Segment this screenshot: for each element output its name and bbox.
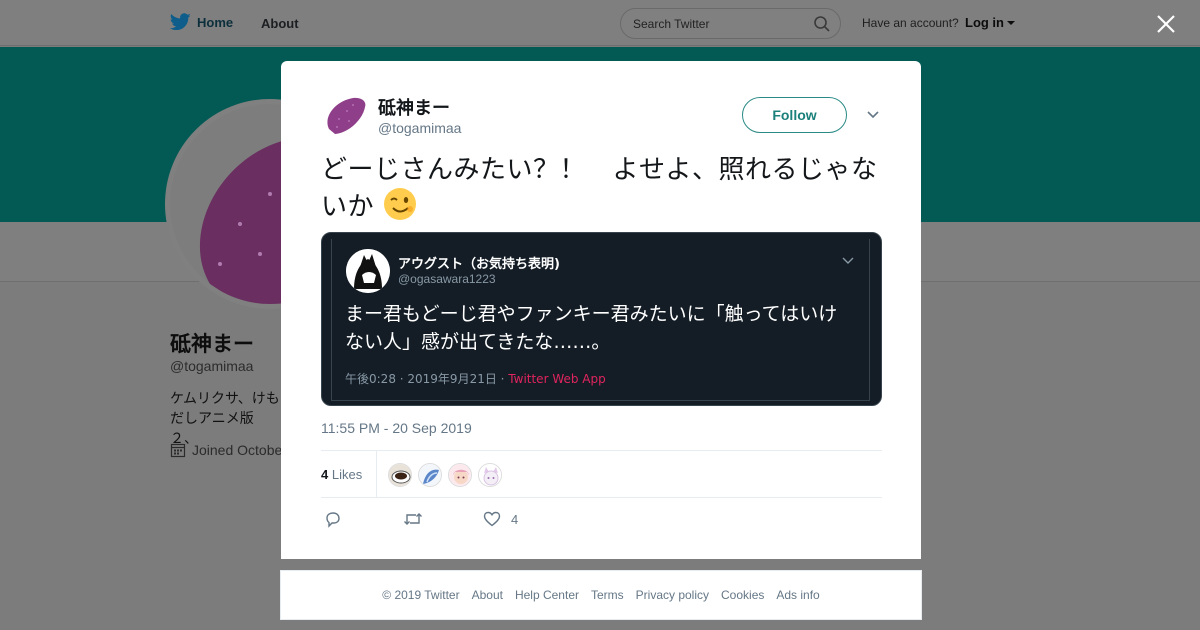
follow-button[interactable]: Follow [742,97,847,133]
liker-avatar[interactable] [418,463,442,487]
profile-joined: Joined Octobe [170,442,281,458]
account-prompt: Have an account? [862,16,959,30]
quoted-tweet[interactable]: アウグスト（お気持ち表明) @ogasawara1223 まー君もどーじ君やファ… [321,232,882,406]
quoted-author-name[interactable]: アウグスト（お気持ち表明) [398,253,560,272]
quoted-author-avatar[interactable] [346,249,390,293]
profile-bio-text: ケムリクサ、けも だしアニメ版２、 [170,390,280,446]
likes-count[interactable]: 4 Likes [321,467,362,482]
heart-icon [483,511,501,527]
tweet-body: どーじさんみたい？！ よせよ、照れるじゃないか [321,153,886,224]
liker-avatar[interactable] [478,463,502,487]
quoted-avatar-image [346,249,390,293]
quoted-tweet-text: まー君もどーじ君やファンキー君みたいに「触ってはいけない人」感が出てきたな……。 [345,303,838,353]
footer-about-link[interactable]: About [471,588,504,602]
quoted-chevron-down-icon[interactable] [842,257,854,265]
reply-icon [326,512,340,528]
search-input[interactable]: Search Twitter [620,8,841,39]
retweet-icon [404,513,422,525]
footer: © 2019 Twitter About Help Center Terms P… [280,570,922,620]
profile-handle: @togamimaa [170,358,254,374]
liker-avatar[interactable] [448,463,472,487]
liker-avatar-image [479,464,501,486]
reply-button[interactable] [324,510,342,528]
caret-down-icon [1007,21,1015,25]
login-label: Log in [965,15,1004,30]
like-count: 4 [511,511,519,527]
tweet-actions: 4 [321,510,882,530]
likes-row: 4 Likes [321,450,882,498]
like-button[interactable]: 4 [483,510,518,528]
retweet-button[interactable] [403,510,423,528]
author-name[interactable]: 砥神まー [378,94,450,120]
liker-avatar-image [449,464,471,486]
likes-divider [376,451,377,497]
footer-cookies-link[interactable]: Cookies [720,588,765,602]
liker-avatar-image [419,464,441,486]
wink-emoji-icon [383,188,416,220]
calendar-icon [170,443,186,458]
nav-home-link[interactable]: Home [170,13,233,31]
footer-privacy-link[interactable]: Privacy policy [635,588,710,602]
close-icon[interactable] [1155,13,1177,35]
author-avatar[interactable] [323,93,367,137]
search-icon[interactable] [813,15,831,33]
quoted-tweet-app-link[interactable]: Twitter Web App [508,372,605,386]
profile-name: 砥神まー [170,333,254,356]
liker-avatar[interactable] [388,463,412,487]
tweet-modal: 砥神まー @togamimaa Follow どーじさんみたい？！ よせよ、照れ… [281,61,921,559]
quoted-tweet-time: 午後0:28 · 2019年9月21日 · [345,372,509,386]
footer-ads-link[interactable]: Ads info [775,588,820,602]
profile-bio: ケムリクサ、けも だしアニメ版２、 [170,388,280,448]
nav-home-label: Home [197,14,234,30]
login-button[interactable]: Log in [965,15,1015,30]
footer-copyright: © 2019 Twitter [382,588,460,602]
nav-about-link[interactable]: About [261,16,299,31]
tweet-timestamp[interactable]: 11:55 PM - 20 Sep 2019 [321,420,472,436]
likes-label: Likes [331,467,363,482]
liker-avatar-image [389,464,411,486]
search-placeholder: Search Twitter [633,17,710,31]
top-navigation-bar: Home About Search Twitter Have an accoun… [0,0,1200,46]
profile-joined-text: Joined Octobe [192,442,281,458]
quoted-author-handle[interactable]: @ogasawara1223 [398,272,496,286]
chevron-down-icon[interactable] [866,110,880,120]
twitter-bird-icon [170,13,191,31]
likes-number: 4 [321,467,329,482]
author-handle[interactable]: @togamimaa [378,120,461,136]
quoted-tweet-meta: 午後0:28 · 2019年9月21日 · Twitter Web App [345,370,606,387]
footer-terms-link[interactable]: Terms [590,588,625,602]
footer-help-link[interactable]: Help Center [514,588,580,602]
